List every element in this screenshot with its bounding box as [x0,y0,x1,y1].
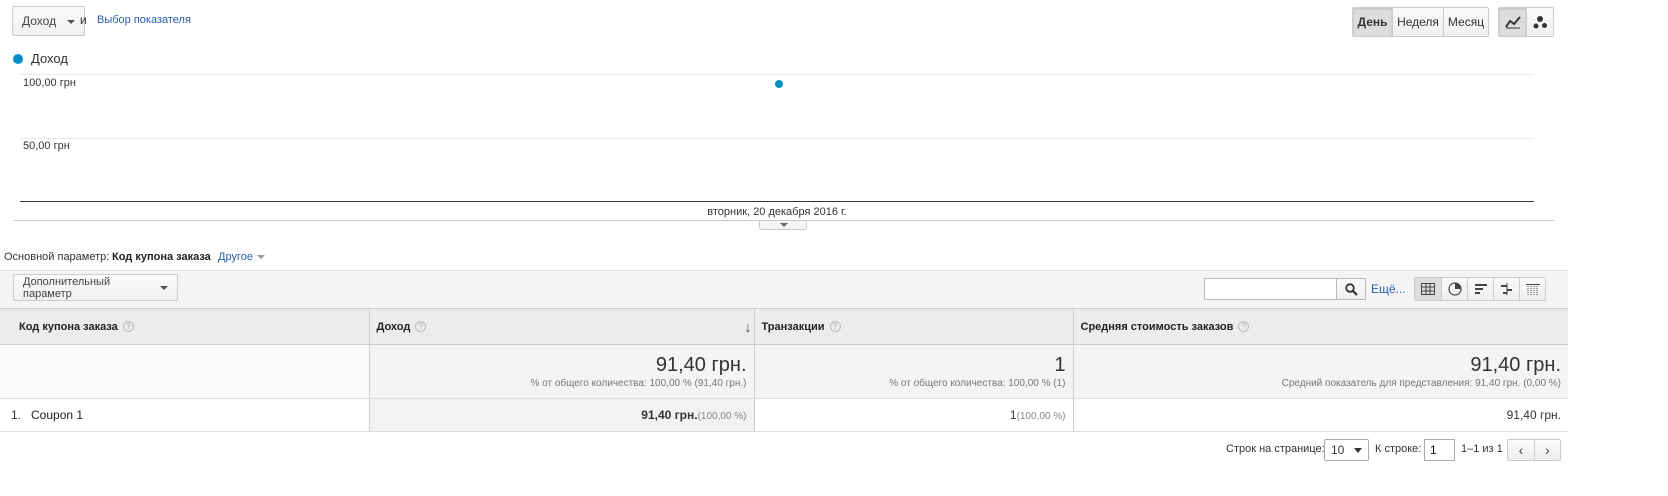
total-value: 91,40 грн. [1470,354,1561,376]
motion-chart-button[interactable] [1526,8,1553,36]
rows-per-page-label: Строк на странице: [1226,443,1325,455]
period-day-button[interactable]: День [1353,8,1392,36]
total-subtext: Средний показатель для представления: 91… [1281,378,1561,389]
total-value: 91,40 грн. [655,354,747,376]
prev-page-button[interactable]: ‹ [1508,440,1534,460]
chevron-down-icon [780,223,788,227]
line-chart-button[interactable] [1499,8,1526,36]
revenue-percent: (100,00 %) [697,411,747,422]
pie-view-icon [1447,282,1462,296]
choose-metric-link[interactable]: Выбор показателя [97,14,191,26]
total-value: 1 [1054,354,1066,376]
column-header-label: Средняя стоимость заказов [1080,320,1234,333]
sort-descending-icon: ↓ [744,319,752,335]
secondary-dimension-label: Дополнительный параметр [23,275,111,300]
revenue-value: 91,40 грн. [641,408,698,422]
chevron-down-icon [1354,448,1362,453]
column-header-transactions[interactable]: Транзакции? [753,308,1073,345]
advanced-filter-link[interactable]: Ещё... [1371,282,1406,296]
and-label: и [80,13,87,27]
help-icon[interactable]: ? [122,321,134,333]
page-nav: ‹ › [1507,439,1561,461]
x-tick-label: вторник, 20 декабря 2016 г. [707,206,847,218]
total-subtext: % от общего количества: 100,00 % (1) [889,378,1066,389]
metric-select[interactable]: Доход [12,6,86,36]
pivot-view-icon [1525,284,1540,295]
data-point-0-0[interactable] [775,80,783,89]
chevron-down-icon [67,20,76,24]
cell-revenue: 91,40 грн.(100,00 %) [368,398,754,432]
performance-view-button[interactable] [1467,278,1493,300]
transactions-percent: (100,00 %) [1016,411,1066,422]
report-table: Код купона заказа? Доход? ↓ Транзакции? … [0,308,1568,432]
cell-coupon: 1. Coupon 1 [0,398,369,432]
column-header-revenue[interactable]: Доход? ↓ [368,308,754,345]
metric-select-label: Доход [22,14,57,28]
row-index: 1. [11,408,22,422]
line-chart [775,80,783,89]
cell-avg-order-value: 91,40 грн. [1072,398,1568,432]
table-search-input[interactable] [1204,278,1337,300]
total-subtext: % от общего количества: 100,00 % (91,40 … [530,378,747,389]
comparison-view-button[interactable] [1493,278,1519,300]
chevron-right-icon: › [1545,442,1550,458]
rows-per-page-select[interactable]: 10 [1324,439,1369,461]
performance-view-icon [1474,284,1487,294]
other-dimension-label: Другое [218,251,253,263]
table-header-row: Код купона заказа? Доход? ↓ Транзакции? … [0,308,1568,345]
page-range: 1–1 из 1 [1461,443,1503,455]
chevron-down-icon [256,255,265,260]
collapse-chart-toggle[interactable] [759,221,807,230]
period-switcher: День Неделя Месяц [1352,7,1489,37]
table-view-icon [1421,283,1435,295]
table-view-button[interactable] [1415,278,1441,300]
table-search-button[interactable] [1337,278,1366,300]
period-month-button[interactable]: Месяц [1443,8,1488,36]
transactions-value: 1 [1009,408,1017,422]
cell-transactions: 1(100,00 %) [753,398,1073,432]
view-switcher [1414,277,1546,301]
totals-row: 91,40 грн. % от общего количества: 100,0… [0,344,1568,399]
column-header-label: Транзакции [761,320,825,333]
coupon-link[interactable]: Coupon 1 [31,408,83,422]
period-week-button[interactable]: Неделя [1392,8,1443,36]
help-icon[interactable]: ? [1238,321,1250,333]
primary-dimension-current: Код купона заказа [112,251,211,263]
totals-cell-revenue: 91,40 грн. % от общего количества: 100,0… [368,344,754,399]
column-header-label: Доход [376,320,411,333]
totals-cell-transactions: 1 % от общего количества: 100,00 % (1) [753,344,1073,399]
help-icon[interactable]: ? [829,321,841,333]
comparison-view-icon [1500,283,1512,295]
column-header-avg-order-value[interactable]: Средняя стоимость заказов? [1072,308,1568,345]
other-dimension-link[interactable]: Другое [218,251,265,263]
chevron-down-icon [160,286,168,290]
secondary-dimension-select[interactable]: Дополнительный параметр [13,274,178,301]
motion-chart-icon [1533,16,1547,29]
column-header-coupon[interactable]: Код купона заказа? [0,308,369,345]
totals-cell-empty [0,344,369,399]
totals-cell-avg-order-value: 91,40 грн. Средний показатель для предст… [1072,344,1568,399]
avg-order-value: 91,40 грн. [1506,408,1561,422]
goto-row-label: К строке: [1375,443,1422,455]
help-icon[interactable]: ? [415,321,427,333]
next-page-button[interactable]: › [1534,440,1560,460]
chart-type-switcher [1498,7,1554,37]
chevron-left-icon: ‹ [1518,442,1524,458]
pie-view-button[interactable] [1441,278,1467,300]
goto-row-input[interactable] [1424,439,1455,461]
rows-per-page-value: 10 [1331,443,1345,457]
table-row: 1. Coupon 1 91,40 грн.(100,00 %) 1(100,00… [0,398,1568,432]
primary-dimension-label: Основной параметр: [4,251,110,263]
pivot-view-button[interactable] [1519,278,1545,300]
line-chart-icon [1504,16,1521,29]
column-header-label: Код купона заказа [19,320,118,333]
search-icon [1344,282,1358,296]
